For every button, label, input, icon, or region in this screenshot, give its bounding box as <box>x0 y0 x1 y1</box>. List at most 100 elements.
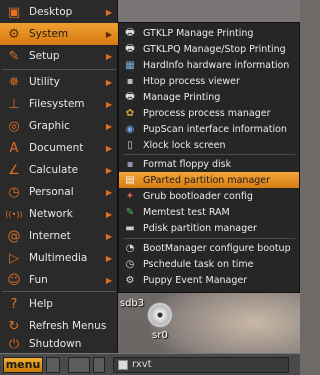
menu-item-personal[interactable]: ◷ Personal ▶ <box>0 181 118 203</box>
submenu-item-format-floppy[interactable]: ▪ Format floppy disk <box>119 156 299 172</box>
submenu-item-xlock[interactable]: ▯ Xlock lock screen <box>119 137 299 153</box>
desktop-icon-label: sr0 <box>152 330 168 341</box>
submenu-item-label: GParted partition manager <box>143 174 271 186</box>
memtest-icon: ✎ <box>125 206 135 218</box>
submenu-separator <box>123 154 295 155</box>
submenu-item-pdisk[interactable]: ▬ Pdisk partition manager <box>119 220 299 236</box>
submenu-arrow-icon: ▶ <box>105 51 112 61</box>
menu-item-label: Fun <box>29 274 48 286</box>
cdrom-icon <box>147 302 173 328</box>
document-icon: A <box>9 140 19 156</box>
calculate-icon: ∠ <box>8 162 20 178</box>
bootmanager-icon: ◔ <box>125 242 135 254</box>
menu-item-utility[interactable]: ✵ Utility ▶ <box>0 71 118 93</box>
menu-item-fun[interactable]: ☺ Fun ▶ <box>0 269 118 291</box>
menu-item-document[interactable]: A Document ▶ <box>0 137 118 159</box>
menu-item-setup[interactable]: ✎ Setup ▶ <box>0 45 118 67</box>
submenu-item-manage-printing[interactable]: 🖶 Manage Printing <box>119 89 299 105</box>
submenu-item-gparted[interactable]: ▤ GParted partition manager <box>119 172 299 188</box>
help-icon: ? <box>10 296 18 312</box>
menu-item-label: Refresh Menus <box>29 320 107 332</box>
submenu-item-label: Pdisk partition manager <box>143 222 257 234</box>
submenu-arrow-icon: ▶ <box>105 121 112 131</box>
submenu-item-label: BootManager configure bootup <box>143 242 291 254</box>
setup-wrench-icon: ✎ <box>8 48 20 64</box>
chip-icon: ▦ <box>125 59 135 71</box>
submenu-arrow-icon: ▶ <box>105 143 112 153</box>
submenu-item-htop[interactable]: ▪ Htop process viewer <box>119 73 299 89</box>
system-gear-icon: ⚙ <box>8 26 20 42</box>
menu-item-calculate[interactable]: ∠ Calculate ▶ <box>0 159 118 181</box>
submenu-item-pupscan[interactable]: ◉ PupScan interface information <box>119 121 299 137</box>
multimedia-play-icon: ▷ <box>9 250 19 266</box>
event-manager-icon: ⚙ <box>125 274 135 286</box>
submenu-item-bootmanager[interactable]: ◔ BootManager configure bootup <box>119 240 299 256</box>
menu-item-label: Calculate <box>29 164 79 176</box>
menu-item-network[interactable]: ((•)) Network ▶ <box>0 203 118 225</box>
submenu-arrow-icon: ▶ <box>105 187 112 197</box>
tray-widget[interactable] <box>68 356 90 373</box>
personal-clock-icon: ◷ <box>8 184 20 200</box>
submenu-item-pschedule[interactable]: ◷ Pschedule task on time <box>119 256 299 272</box>
menu-item-graphic[interactable]: ◎ Graphic ▶ <box>0 115 118 137</box>
graphic-icon: ◎ <box>8 118 20 134</box>
menu-item-label: Utility <box>29 76 60 88</box>
submenu-item-label: Pprocess process manager <box>143 107 271 119</box>
main-menu: ▣ Desktop ▶ ⚙ System ▶ ✎ Setup ▶ ✵ Utili… <box>0 0 118 353</box>
printer-icon: 🖶 <box>125 26 135 38</box>
menu-item-label: Personal <box>29 186 74 198</box>
submenu-arrow-icon: ▶ <box>105 99 112 109</box>
grub-icon: ✦ <box>125 190 135 202</box>
submenu-separator <box>123 238 295 239</box>
submenu-item-puppy-event-manager[interactable]: ⚙ Puppy Event Manager <box>119 272 299 288</box>
menu-item-label: Shutdown <box>29 338 82 350</box>
menu-item-shutdown[interactable]: ⏻ Shutdown <box>0 333 118 355</box>
taskbar-task-rxvt[interactable]: rxvt <box>113 356 289 373</box>
filesystem-icon: ⊥ <box>8 96 20 112</box>
menu-item-label: Setup <box>29 50 60 62</box>
menu-item-label: Help <box>29 298 53 310</box>
menu-item-multimedia[interactable]: ▷ Multimedia ▶ <box>0 247 118 269</box>
submenu-arrow-icon: ▶ <box>105 29 112 39</box>
submenu-item-hardinfo[interactable]: ▦ HardInfo hardware information <box>119 57 299 73</box>
fun-smiley-icon: ☺ <box>7 272 21 288</box>
submenu-arrow-icon: ▶ <box>105 165 112 175</box>
menu-item-label: Network <box>29 208 73 220</box>
submenu-item-pprocess[interactable]: ✿ Pprocess process manager <box>119 105 299 121</box>
shutdown-icon: ⏻ <box>8 336 20 352</box>
menu-item-internet[interactable]: @ Internet ▶ <box>0 225 118 247</box>
process-icon: ✿ <box>125 107 135 119</box>
submenu-item-gtklpq[interactable]: 🖶 GTKLPQ Manage/Stop Printing <box>119 41 299 57</box>
submenu-item-label: Pschedule task on time <box>143 258 254 270</box>
submenu-item-grub[interactable]: ✦ Grub bootloader config <box>119 188 299 204</box>
submenu-arrow-icon: ▶ <box>105 209 112 219</box>
submenu-item-label: Manage Printing <box>143 91 221 103</box>
submenu-item-label: HardInfo hardware information <box>143 59 290 71</box>
taskbar-task-label: rxvt <box>132 359 152 370</box>
submenu-item-label: Memtest test RAM <box>143 206 230 218</box>
submenu-item-label: Xlock lock screen <box>143 139 226 151</box>
menu-item-filesystem[interactable]: ⊥ Filesystem ▶ <box>0 93 118 115</box>
menu-item-label: Multimedia <box>29 252 88 264</box>
terminal-icon: ▪ <box>126 75 134 87</box>
menu-item-help[interactable]: ? Help <box>0 293 118 315</box>
submenu-arrow-icon: ▶ <box>105 253 112 263</box>
submenu-item-label: Htop process viewer <box>143 75 240 87</box>
menu-item-label: Desktop <box>29 6 73 18</box>
tray-widget[interactable] <box>46 356 60 373</box>
tray-widget[interactable] <box>93 356 105 373</box>
submenu-arrow-icon: ▶ <box>105 77 112 87</box>
submenu-item-label: PupScan interface information <box>143 123 287 135</box>
menu-item-label: Document <box>29 142 84 154</box>
terminal-icon <box>118 359 128 370</box>
menu-item-system[interactable]: ⚙ System ▶ <box>0 23 118 45</box>
menu-separator <box>2 69 116 70</box>
desktop-icon-sr0[interactable]: sr0 <box>140 302 180 341</box>
menu-item-label: Graphic <box>29 120 70 132</box>
menu-button[interactable]: menu <box>3 356 43 373</box>
partition-icon: ▤ <box>125 174 135 186</box>
submenu-item-gtklp[interactable]: 🖶 GTKLP Manage Printing <box>119 25 299 41</box>
submenu-item-memtest[interactable]: ✎ Memtest test RAM <box>119 204 299 220</box>
desktop-icon: ▣ <box>7 4 21 20</box>
menu-item-desktop[interactable]: ▣ Desktop ▶ <box>0 1 118 23</box>
